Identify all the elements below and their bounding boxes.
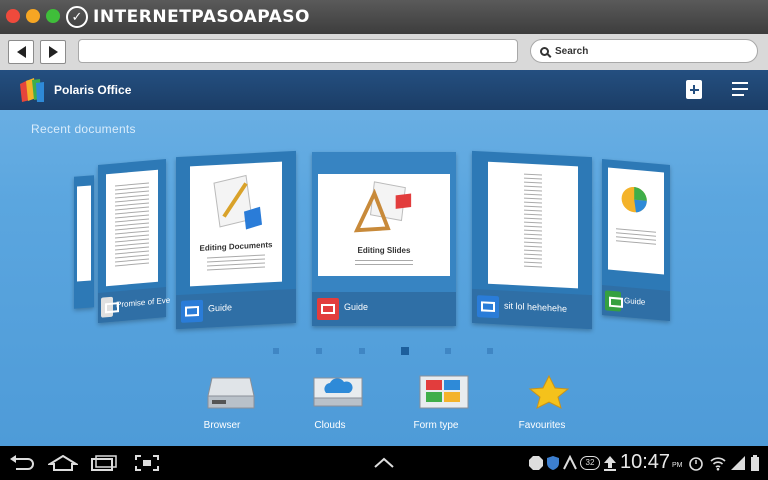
document-name: Promise of Eve [116,295,171,310]
antenna-icon [563,455,577,470]
document-thumbnail: Editing Slides [318,174,450,276]
carousel-page-indicator [0,347,768,358]
document-name: Guide [624,295,646,307]
page-dot[interactable] [273,348,279,354]
shield-icon [547,456,559,470]
document-card[interactable]: sit lol hehehehe [472,150,592,330]
document-card[interactable] [74,175,94,309]
alarm-icon [689,457,703,471]
clock-time: 10:47 [620,451,671,473]
recent-apps-icon[interactable] [90,455,118,471]
back-arrow-icon [16,46,26,58]
browser-toolbar: Search [0,34,768,70]
android-system-bar: 32 10:47 PM [0,446,768,480]
tool-label: Favourites [518,420,566,431]
home-nav-icon[interactable] [48,455,78,471]
battery-icon [751,455,759,471]
minimize-window-button[interactable] [26,9,40,23]
document-icon [101,296,113,318]
address-bar[interactable] [78,39,518,63]
document-card-footer: sit lol hehehehe [472,288,592,330]
document-card[interactable]: Promise of Eve [98,159,170,323]
powerpoint-icon [317,298,339,320]
maximize-window-button[interactable] [46,9,60,23]
search-placeholder: Search [555,45,589,57]
back-button[interactable] [8,40,34,64]
document-thumbnail [488,161,578,289]
slide-ruler-icon [353,181,412,233]
page-dot-active[interactable] [401,347,409,355]
tool-label: Clouds [314,420,346,431]
document-thumbnail [608,167,664,275]
upload-icon [604,456,616,471]
browser-tool-button[interactable]: Browser [174,370,270,436]
document-name: sit lol hehehehe [504,300,568,314]
document-card[interactable]: Editing Slides Guide [312,152,456,326]
polaris-logo-icon [20,78,44,102]
chart-document-icon [621,186,647,213]
document-card-footer: Promise of Eve [98,287,170,323]
document-thumbnail [77,185,91,282]
document-name: Guide [344,302,369,312]
close-window-button[interactable] [6,9,20,23]
notification-count: 32 [585,458,595,467]
clock-meridiem: PM [672,462,683,469]
back-nav-icon[interactable] [8,455,34,471]
menu-icon[interactable] [732,82,750,98]
signal-icon [731,456,745,470]
search-icon [540,46,549,56]
document-name: Guide [208,302,233,314]
word-icon [477,295,499,319]
document-text-lines [524,173,542,271]
site-logo-text: INTERNETPASOAPASO [93,7,310,27]
forward-arrow-icon [48,46,58,58]
polaris-office-app: Polaris Office Recent documents Promise … [0,70,768,446]
star-icon [528,374,570,409]
document-card-footer: Guide [602,285,670,321]
document-thumbnail [106,169,158,287]
favourites-tool-button[interactable]: Favourites [494,370,590,436]
document-card-footer: Guide [312,292,456,326]
cloud-icon [313,377,363,407]
document-text-lines [616,228,656,247]
document-text-lines [206,254,266,273]
forward-button[interactable] [40,40,66,64]
tool-label: Form type [413,420,459,431]
document-thumbnail: Editing Documents [190,161,282,287]
document-card[interactable]: Guide [602,159,670,321]
window-titlebar: ✓ INTERNETPASOAPASO [0,0,768,34]
search-input[interactable]: Search [530,39,758,63]
page-dot[interactable] [487,348,493,354]
screenshot-icon[interactable] [134,455,160,471]
document-thumbnail-title: Editing Documents [199,240,273,253]
word-icon [181,299,203,323]
form-icon [419,375,469,409]
document-card[interactable]: Editing Documents Guide [176,150,296,330]
adblock-icon [529,456,543,470]
wifi-icon [710,457,726,471]
document-card-footer: Guide [176,288,296,330]
page-dot[interactable] [359,348,365,354]
clouds-tool-button[interactable]: Clouds [282,370,378,436]
chevron-up-icon[interactable] [372,455,396,471]
notification-count-badge: 32 [580,456,600,470]
check-icon: ✓ [66,6,88,28]
site-logo: ✓ INTERNETPASOAPASO [66,5,310,29]
new-document-icon[interactable] [686,80,702,99]
pen-document-icon [213,174,262,230]
page-dot[interactable] [445,348,451,354]
section-label: Recent documents [31,122,136,136]
form-type-tool-button[interactable]: Form type [388,370,484,436]
drive-icon [207,377,255,409]
excel-icon [605,290,621,312]
tool-label: Browser [203,420,241,431]
app-title: Polaris Office [54,83,132,97]
document-text-lines [354,260,414,268]
document-thumbnail-title: Editing Slides [357,246,411,255]
document-text-lines [115,182,149,270]
page-dot[interactable] [316,348,322,354]
app-header: Polaris Office [0,70,768,110]
